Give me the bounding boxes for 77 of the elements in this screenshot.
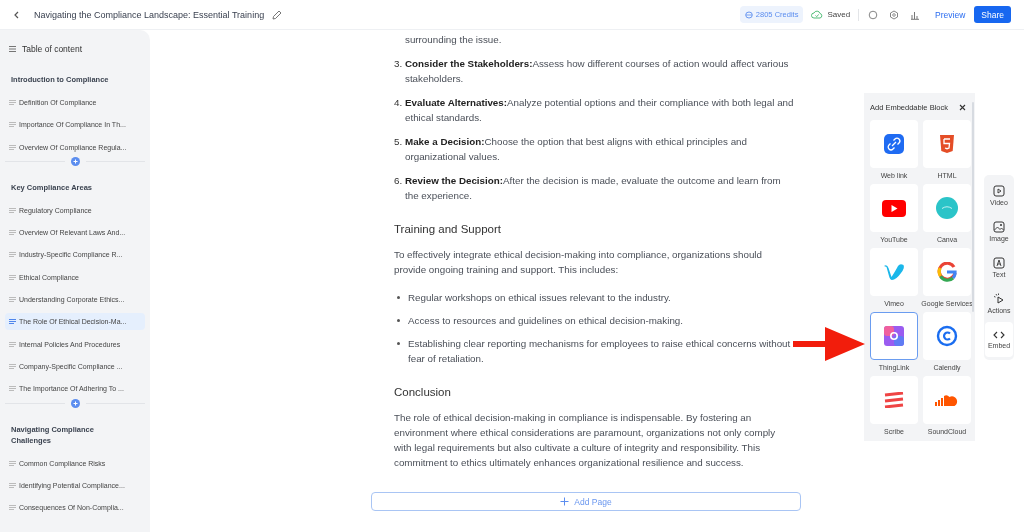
list-number: 4. <box>394 96 404 110</box>
lines-icon <box>9 505 16 511</box>
preview-button[interactable]: Preview <box>935 9 966 20</box>
text-icon <box>993 257 1005 269</box>
plus-icon <box>560 497 570 506</box>
cloud-icon <box>935 394 959 406</box>
bullet-text: Access to resources and guidelines on ethical decision-making. <box>408 314 683 328</box>
embed-tile[interactable] <box>870 184 918 232</box>
lines-icon <box>9 252 16 258</box>
lines-icon <box>9 207 16 213</box>
lines-icon <box>9 460 16 466</box>
list-number: 6. <box>394 174 404 188</box>
video-icon <box>993 185 1005 197</box>
sidebar-title: Table of content <box>22 44 82 54</box>
embed-tile[interactable] <box>923 376 971 424</box>
lines-icon <box>9 100 16 105</box>
stripes-icon <box>884 392 904 408</box>
paragraph: The role of ethical decision-making in compliance is indispensable. By fostering an environment where ethical considerations are paramount, organizations not only comply with legal requirements but also cultivate a culture of integrity and responsibility. This commitment to ethics ultimately enhances organizational resilience and success. <box>394 411 777 470</box>
lines-icon <box>9 297 16 303</box>
coin-icon <box>744 10 753 19</box>
image-icon <box>993 221 1005 233</box>
list-number: 5. <box>394 135 404 149</box>
bullet-icon <box>397 319 400 322</box>
embed-tile[interactable] <box>923 120 971 168</box>
lines-icon <box>9 386 16 392</box>
link-icon <box>884 134 904 154</box>
lines-icon <box>9 341 16 347</box>
embed-tile[interactable] <box>923 184 971 232</box>
saved-status: Saved <box>811 10 851 19</box>
lines-icon <box>9 482 16 488</box>
paragraph: surrounding the issue. <box>405 33 503 47</box>
menu-icon[interactable] <box>9 46 16 52</box>
share-button[interactable]: Share <box>974 6 1011 23</box>
play-icon <box>882 199 906 217</box>
embed-tile[interactable] <box>923 312 971 360</box>
lines-icon <box>9 363 16 369</box>
settings-icon[interactable] <box>889 9 900 20</box>
bullet-icon <box>397 342 400 345</box>
bullet-text: Establishing clear reporting mechanisms for employees to raise ethical concerns without fear of retaliation. <box>408 337 792 366</box>
list-item-text: Evaluate Alternatives:Analyze potential options and their compliance with both legal and ethical standards. <box>405 96 794 125</box>
paragraph: To effectively integrate ethical decision-making into compliance, organizations should provide ongoing training and support. This includes: <box>394 248 763 277</box>
comment-icon[interactable] <box>868 9 879 20</box>
list-number: 3. <box>394 57 404 71</box>
shield-icon <box>939 134 955 154</box>
section-heading: Training and Support <box>394 222 502 237</box>
chart-icon[interactable] <box>910 9 921 20</box>
lines-icon <box>9 319 16 325</box>
embed-tile[interactable] <box>870 248 918 296</box>
list-item-text: Consider the Stakeholders:Assess how different courses of action would affect various stakeholders. <box>405 57 790 86</box>
scrollbar[interactable] <box>972 102 974 312</box>
arrow-drawing <box>793 327 865 361</box>
bullet-text: Regular workshops on ethical issues relevant to the industry. <box>408 291 671 305</box>
lines-icon <box>9 230 16 236</box>
g-letter-shape-icon <box>937 262 957 282</box>
add-icon[interactable] <box>70 157 80 167</box>
course-title: Navigating the Compliance Landscape: Essential Training <box>34 9 265 20</box>
close-icon[interactable] <box>959 103 966 111</box>
list-item-text: Make a Decision:Choose the option that best aligns with ethical principles and organizational values. <box>405 135 748 164</box>
section-heading: Conclusion <box>394 385 452 400</box>
code-icon <box>993 330 1005 340</box>
list-item-text: Review the Decision:After the decision is made, evaluate the outcome and learn from the experience. <box>405 174 782 203</box>
lines-icon <box>9 122 16 128</box>
embed-tile[interactable] <box>870 120 918 168</box>
cloud-check-icon <box>811 10 824 19</box>
bullet-icon <box>397 296 400 299</box>
edit-icon[interactable] <box>272 9 283 20</box>
colorful-square-icon <box>884 326 904 346</box>
lines-icon <box>9 274 16 280</box>
c-ring-icon <box>936 325 958 347</box>
add-icon[interactable] <box>70 399 80 409</box>
pointer-icon <box>993 293 1005 305</box>
embed-tile[interactable] <box>923 248 971 296</box>
lines-icon <box>9 144 16 150</box>
embed-tile[interactable] <box>870 376 918 424</box>
circle-logo-icon <box>936 197 958 219</box>
embed-tile[interactable] <box>870 312 918 360</box>
v-shape-icon <box>883 263 905 281</box>
